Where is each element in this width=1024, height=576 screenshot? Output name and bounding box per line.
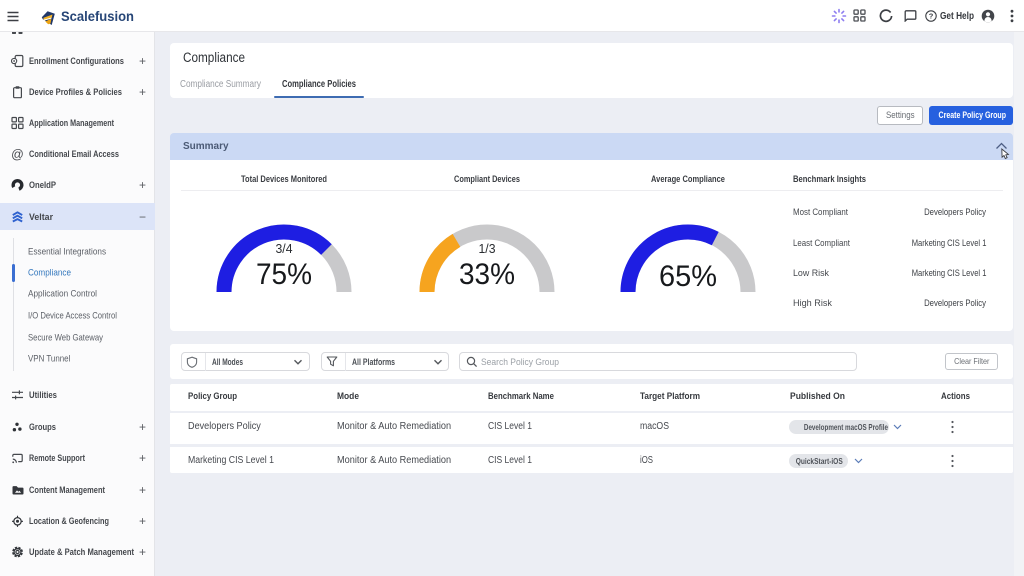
svg-text:?: ? [929, 12, 934, 21]
svg-text:@: @ [11, 147, 24, 160]
